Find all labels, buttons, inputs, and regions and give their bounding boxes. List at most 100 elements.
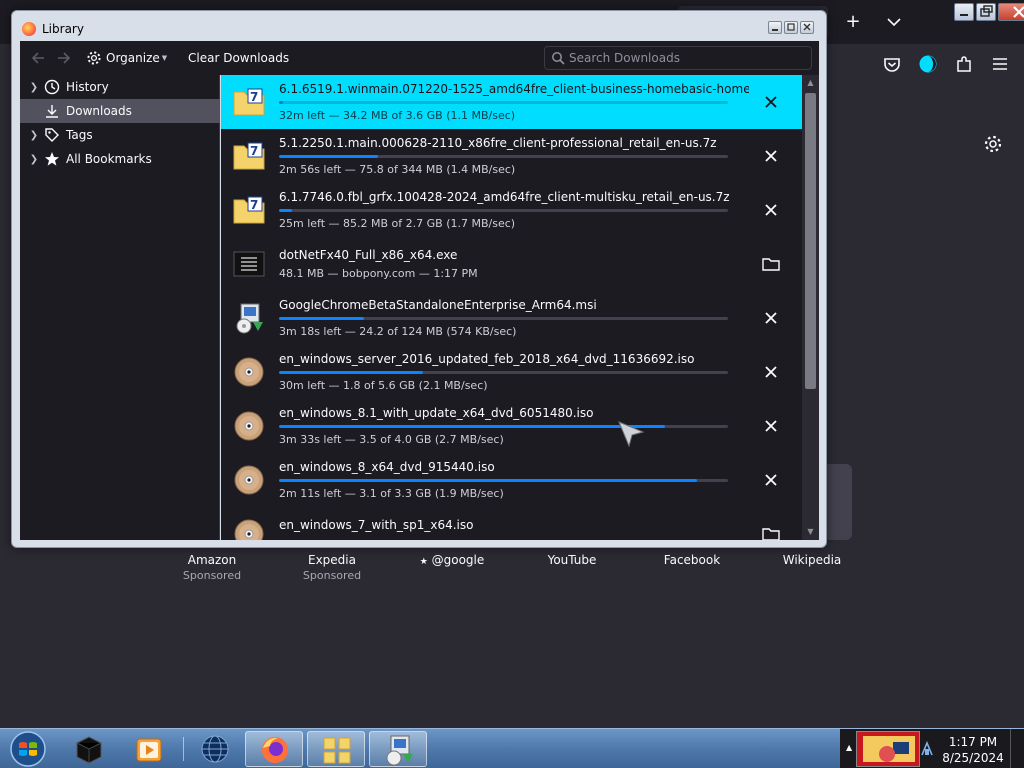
sidebar-item-downloads[interactable]: Downloads	[20, 99, 220, 123]
scroll-up-arrow-icon[interactable]: ▲	[802, 75, 819, 91]
download-progress-fill	[279, 209, 293, 212]
downloads-scrollbar[interactable]: ▲ ▼	[802, 75, 819, 540]
download-progress-fill	[279, 101, 284, 104]
download-item[interactable]: en_windows_8.1_with_update_x64_dvd_60514…	[221, 399, 802, 453]
download-filename: en_windows_8_x64_dvd_915440.iso	[279, 460, 495, 474]
top-site-expedia[interactable]: Expedia Sponsored	[272, 552, 392, 584]
clear-downloads-button[interactable]: Clear Downloads	[188, 50, 289, 66]
top-site-title: YouTube	[547, 553, 597, 567]
scroll-down-arrow-icon[interactable]: ▼	[802, 524, 819, 540]
top-site-wikipedia[interactable]: Wikipedia	[752, 552, 872, 568]
back-button[interactable]	[30, 50, 46, 66]
show-desktop-button[interactable]	[1010, 729, 1024, 768]
download-status: 32m left — 34.2 MB of 3.6 GB (1.1 MB/sec…	[279, 109, 516, 122]
restore-icon	[980, 5, 993, 17]
restore-button[interactable]	[976, 3, 996, 21]
library-maximize-button[interactable]	[784, 21, 798, 34]
cancel-icon[interactable]	[761, 362, 781, 382]
new-tab-button[interactable]: +	[842, 11, 864, 33]
top-site-google[interactable]: ★ @google	[392, 552, 512, 570]
svg-text:7: 7	[250, 198, 258, 212]
sidebar-item-label: All Bookmarks	[66, 152, 152, 166]
folder-icon[interactable]	[761, 254, 781, 274]
download-filename: GoogleChromeBetaStandaloneEnterprise_Arm…	[279, 298, 597, 312]
pocket-icon[interactable]	[882, 54, 902, 74]
taskbar-app-library[interactable]	[307, 731, 365, 767]
hamburger-menu-icon[interactable]	[990, 54, 1010, 74]
search-shortcut-icon: ★	[419, 557, 428, 567]
top-site-facebook[interactable]: Facebook	[632, 552, 752, 568]
download-item[interactable]: en_windows_8_x64_dvd_915440.iso 2m 11s l…	[221, 453, 802, 507]
library-close-button[interactable]	[800, 21, 814, 34]
window-title: Library	[42, 22, 84, 36]
gear-icon	[87, 51, 101, 65]
expand-twisty-icon[interactable]: ❯	[28, 130, 40, 141]
taskbar-app-installer[interactable]	[369, 731, 427, 767]
scrollbar-thumb[interactable]	[805, 93, 816, 389]
cancel-icon[interactable]	[761, 146, 781, 166]
close-icon	[803, 23, 811, 31]
library-title-bar[interactable]: Library	[12, 11, 826, 41]
sidebar-item-tags[interactable]: ❯ Tags	[20, 123, 220, 147]
taskbar: ▲ 1:17 PM 8/25/2024	[0, 728, 1024, 768]
cancel-icon[interactable]	[761, 470, 781, 490]
cancel-icon[interactable]	[761, 416, 781, 436]
svg-text:7: 7	[250, 90, 258, 104]
folder-icon[interactable]	[761, 524, 781, 540]
download-progress-bar	[279, 425, 728, 428]
close-icon	[1013, 6, 1024, 18]
cancel-icon[interactable]	[761, 200, 781, 220]
taskbar-app-explorer[interactable]	[60, 731, 118, 767]
top-site-youtube[interactable]: YouTube	[512, 552, 632, 568]
top-site-title: Wikipedia	[782, 553, 842, 567]
download-item[interactable]: dotNetFx40_Full_x86_x64.exe 48.1 MB — bo…	[221, 237, 802, 291]
sidebar-item-label: History	[66, 80, 109, 94]
account-icon[interactable]	[918, 54, 938, 74]
tray-preview-thumbnail[interactable]	[856, 731, 920, 767]
expand-twisty-icon[interactable]: ❯	[28, 154, 40, 165]
taskbar-app-globe[interactable]	[186, 731, 244, 767]
globe-icon	[201, 735, 229, 763]
network-icon[interactable]	[920, 741, 934, 757]
download-item[interactable]: 7 5.1.2250.1.main.000628-2110_x86fre_cli…	[221, 129, 802, 183]
taskbar-app-firefox[interactable]	[245, 731, 303, 767]
top-site-sponsored-label: Sponsored	[302, 569, 362, 582]
download-progress-bar	[279, 155, 728, 158]
sidebar-item-history[interactable]: ❯ History	[20, 75, 220, 99]
download-item[interactable]: en_windows_7_with_sp1_x64.iso	[221, 507, 802, 540]
mouse-cursor-icon	[618, 421, 645, 448]
expand-twisty-icon[interactable]: ❯	[28, 82, 40, 93]
download-item[interactable]: 7 6.1.6519.1.winmain.071220-1525_amd64fr…	[221, 75, 802, 129]
sidebar-item-label: Tags	[66, 128, 93, 142]
taskbar-app-media-player[interactable]	[120, 731, 178, 767]
list-all-tabs-button[interactable]	[884, 11, 904, 33]
download-item[interactable]: 7 6.1.7746.0.fbl_grfx.100428-2024_amd64f…	[221, 183, 802, 237]
organize-button[interactable]: Organize ▼	[86, 48, 167, 68]
download-item[interactable]: en_windows_server_2016_updated_feb_2018_…	[221, 345, 802, 399]
downloads-list[interactable]: 7 6.1.6519.1.winmain.071220-1525_amd64fr…	[221, 75, 802, 540]
cancel-icon[interactable]	[761, 308, 781, 328]
forward-button[interactable]	[56, 50, 72, 66]
msi-installer-icon	[386, 735, 413, 766]
gear-icon[interactable]	[983, 134, 1003, 154]
search-icon	[552, 52, 565, 65]
disc-image-icon	[234, 465, 264, 495]
star-icon	[45, 152, 59, 166]
show-hidden-icons-arrow-icon[interactable]: ▲	[846, 743, 854, 753]
dropdown-caret-icon: ▼	[161, 54, 168, 62]
close-button[interactable]	[998, 3, 1024, 21]
start-button[interactable]	[5, 730, 51, 768]
cancel-icon[interactable]	[761, 92, 781, 112]
minimize-button[interactable]	[954, 3, 974, 21]
sidebar-item-all-bookmarks[interactable]: ❯ All Bookmarks	[20, 147, 220, 171]
search-downloads-box[interactable]	[544, 46, 812, 70]
top-site-amazon[interactable]: Amazon Sponsored	[152, 552, 272, 584]
library-minimize-button[interactable]	[768, 21, 782, 34]
search-downloads-input[interactable]	[569, 49, 805, 67]
download-progress-bar	[279, 101, 728, 104]
extensions-icon[interactable]	[954, 54, 974, 74]
download-item[interactable]: GoogleChromeBetaStandaloneEnterprise_Arm…	[221, 291, 802, 345]
download-progress-bar	[279, 317, 728, 320]
tag-icon	[45, 128, 59, 142]
taskbar-clock[interactable]: 1:17 PM 8/25/2024	[940, 734, 1006, 766]
